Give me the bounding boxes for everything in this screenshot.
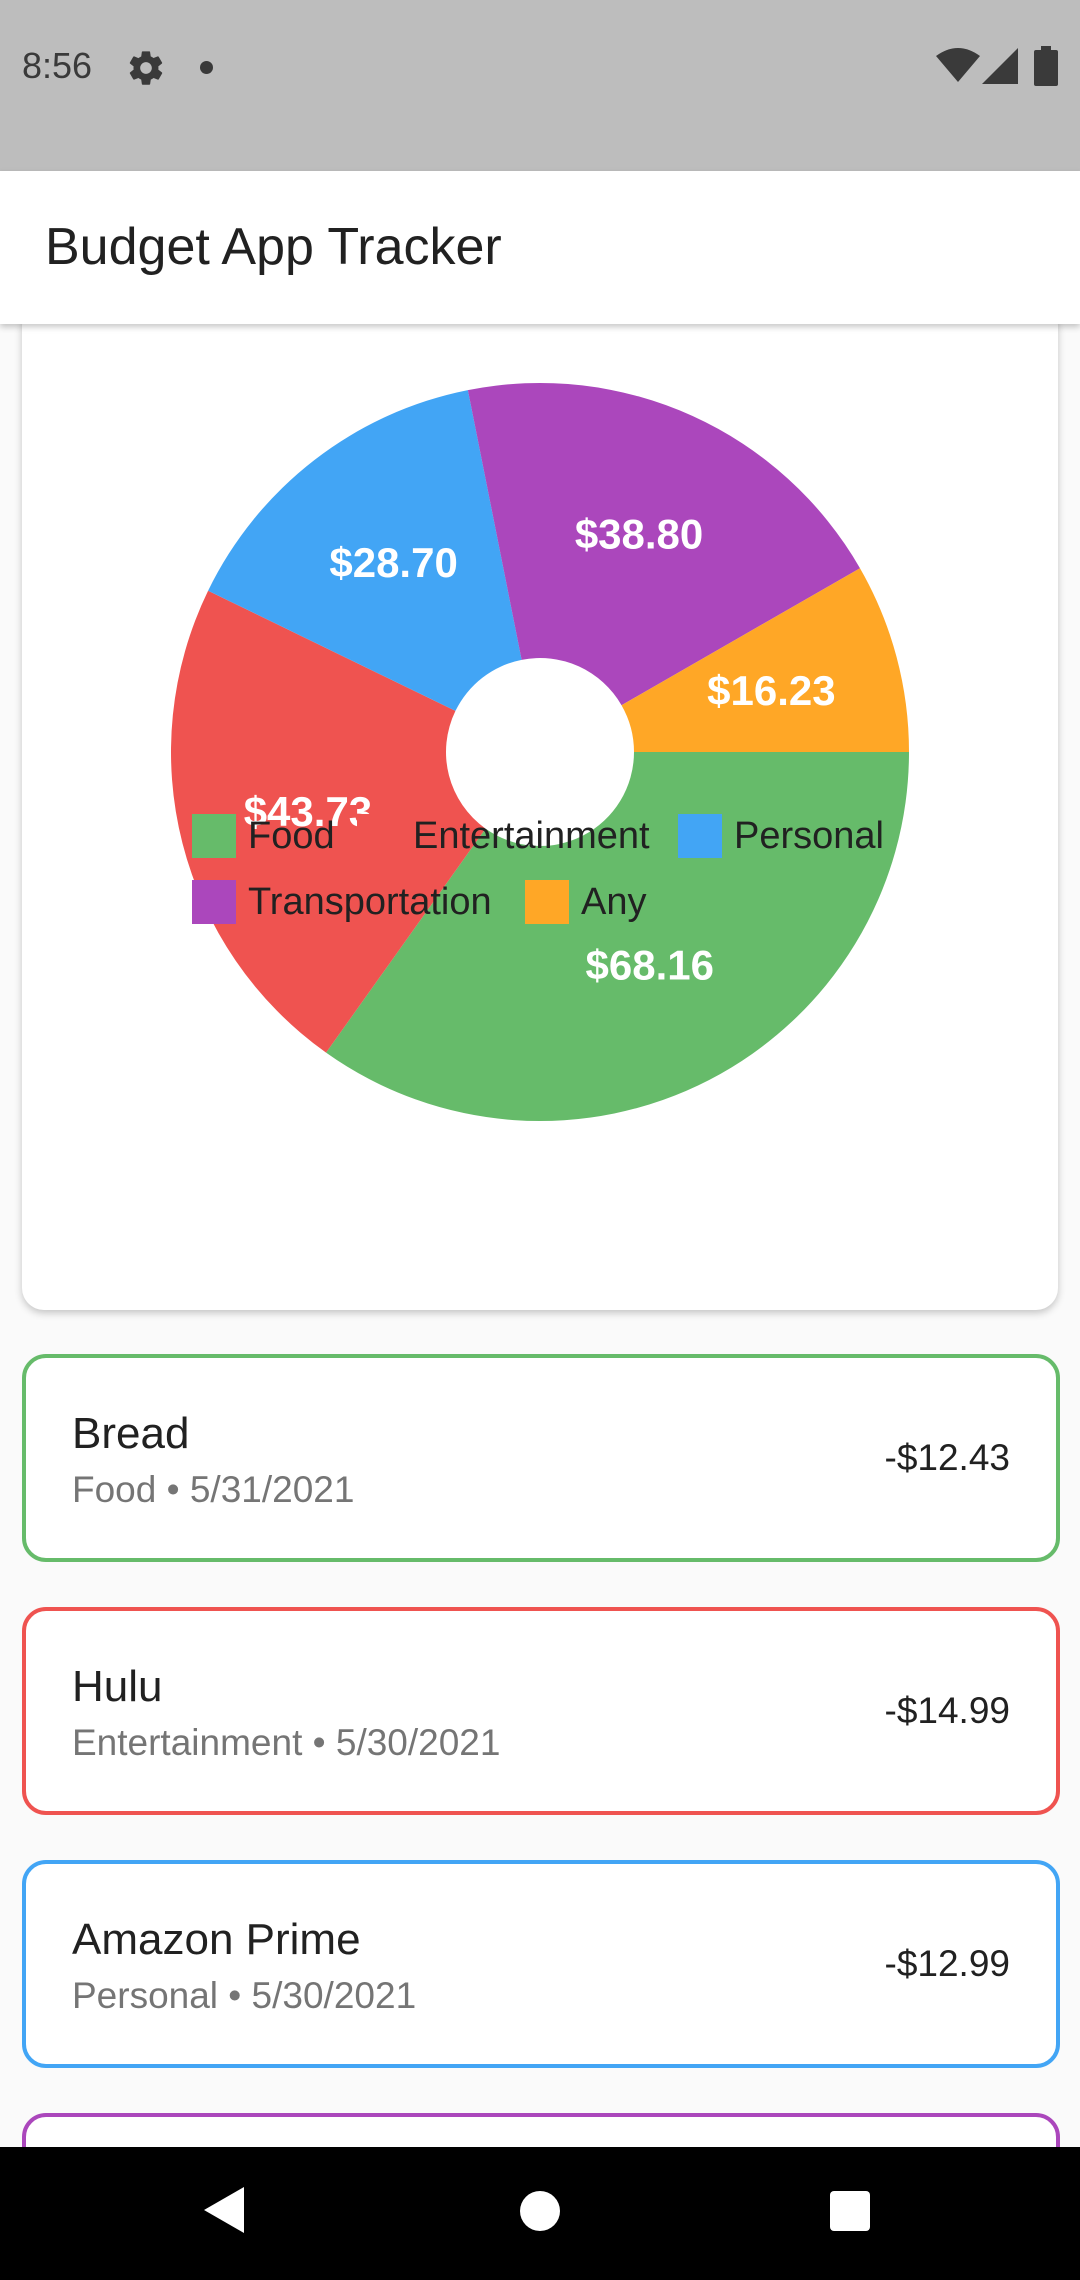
gear-icon bbox=[129, 51, 163, 85]
legend-item-entertainment: Entertainment bbox=[357, 812, 650, 860]
transaction-amount: -$12.43 bbox=[884, 1437, 1011, 1478]
legend-label: Food bbox=[248, 815, 335, 857]
notification-dot-icon bbox=[200, 61, 213, 74]
transaction-name: Hulu bbox=[72, 1662, 163, 1711]
recents-icon[interactable] bbox=[830, 2191, 870, 2231]
transaction-subtitle: Food • 5/31/2021 bbox=[72, 1469, 355, 1510]
battery-icon bbox=[1034, 46, 1058, 86]
status-bar: 8:56 bbox=[0, 0, 1080, 171]
content-scroll-area[interactable]: $68.16 $43.73 $28.70 $38.80 $16.23 Food Enter… bbox=[0, 324, 1080, 2147]
legend-label: Any bbox=[581, 881, 647, 923]
legend-item-personal: Personal bbox=[678, 812, 884, 860]
legend-item-transportation: Transportation bbox=[192, 878, 492, 926]
transaction-card[interactable] bbox=[22, 2113, 1060, 2147]
legend-swatch bbox=[678, 814, 722, 858]
app-bar: Budget App Tracker bbox=[0, 171, 1080, 324]
back-icon[interactable] bbox=[204, 2187, 244, 2233]
legend-label: Entertainment bbox=[413, 815, 650, 857]
navigation-bar bbox=[0, 2147, 1080, 2280]
transaction-name: Amazon Prime bbox=[72, 1915, 361, 1964]
transaction-subtitle: Personal • 5/30/2021 bbox=[72, 1975, 417, 2016]
legend-item-any: Any bbox=[525, 878, 646, 926]
legend-item-food: Food bbox=[192, 812, 335, 860]
home-icon[interactable] bbox=[520, 2191, 560, 2231]
legend-swatch bbox=[192, 880, 236, 924]
page-title: Budget App Tracker bbox=[45, 218, 502, 276]
transaction-subtitle: Entertainment • 5/30/2021 bbox=[72, 1722, 501, 1763]
legend-label: Personal bbox=[734, 815, 884, 857]
transaction-card[interactable]: Hulu Entertainment • 5/30/2021 -$14.99 bbox=[22, 1607, 1060, 1815]
wifi-icon bbox=[936, 48, 980, 82]
transaction-amount: -$14.99 bbox=[884, 1690, 1011, 1731]
transaction-card[interactable]: Amazon Prime Personal • 5/30/2021 -$12.9… bbox=[22, 1860, 1060, 2068]
legend-swatch bbox=[192, 814, 236, 858]
legend-label: Transportation bbox=[248, 881, 492, 923]
transaction-card[interactable]: Bread Food • 5/31/2021 -$12.43 bbox=[22, 1354, 1060, 1562]
legend-swatch bbox=[357, 814, 401, 858]
signal-icon bbox=[982, 48, 1018, 84]
chart-legend: Food Entertainment Personal Transportation A… bbox=[22, 324, 1058, 1310]
legend-swatch bbox=[525, 880, 569, 924]
transaction-amount: -$12.99 bbox=[884, 1943, 1011, 1984]
transaction-name: Bread bbox=[72, 1409, 190, 1458]
chart-card: $68.16 $43.73 $28.70 $38.80 $16.23 Food Enter… bbox=[22, 324, 1058, 1310]
status-time: 8:56 bbox=[22, 45, 93, 86]
